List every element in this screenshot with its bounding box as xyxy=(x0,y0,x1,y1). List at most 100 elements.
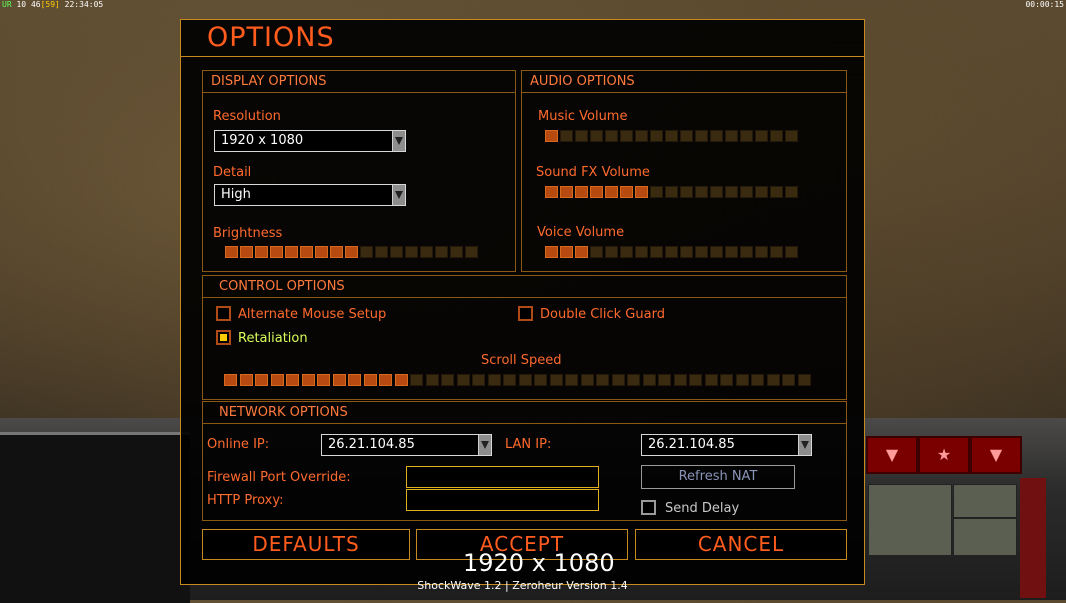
slider-segment[interactable] xyxy=(286,374,299,386)
slider-segment[interactable] xyxy=(620,130,633,142)
slider-segment[interactable] xyxy=(710,186,723,198)
chevron-down-icon[interactable] xyxy=(478,435,491,455)
slider-segment[interactable] xyxy=(405,246,418,258)
slider-segment[interactable] xyxy=(575,186,588,198)
slider-segment[interactable] xyxy=(239,374,253,386)
slider-segment[interactable] xyxy=(375,246,388,258)
slider-segment[interactable] xyxy=(650,246,663,258)
double-click-guard-checkbox[interactable] xyxy=(518,306,533,321)
sfx-volume-slider[interactable] xyxy=(545,186,798,198)
music-volume-slider[interactable] xyxy=(545,130,798,142)
slider-segment[interactable] xyxy=(635,130,648,142)
slider-segment[interactable] xyxy=(410,374,423,386)
slider-segment[interactable] xyxy=(465,246,478,258)
slider-segment[interactable] xyxy=(611,374,625,386)
slider-segment[interactable] xyxy=(255,374,268,386)
slider-segment[interactable] xyxy=(560,130,573,142)
slider-segment[interactable] xyxy=(665,246,678,258)
slider-segment[interactable] xyxy=(725,246,738,258)
alt-mouse-checkbox[interactable] xyxy=(216,306,231,321)
slider-segment[interactable] xyxy=(534,374,547,386)
scroll-speed-slider[interactable] xyxy=(224,374,811,386)
slider-segment[interactable] xyxy=(755,186,768,198)
slider-segment[interactable] xyxy=(695,186,708,198)
slider-segment[interactable] xyxy=(680,246,693,258)
chevron-down-icon[interactable] xyxy=(392,131,405,151)
slider-segment[interactable] xyxy=(425,374,439,386)
slider-segment[interactable] xyxy=(472,374,485,386)
slider-segment[interactable] xyxy=(665,130,678,142)
slider-segment[interactable] xyxy=(605,246,618,258)
slider-segment[interactable] xyxy=(673,374,687,386)
slider-segment[interactable] xyxy=(650,186,663,198)
slider-segment[interactable] xyxy=(348,374,361,386)
slider-segment[interactable] xyxy=(379,374,392,386)
slider-segment[interactable] xyxy=(596,374,609,386)
slider-segment[interactable] xyxy=(560,186,573,198)
slider-segment[interactable] xyxy=(240,246,253,258)
slider-segment[interactable] xyxy=(665,186,678,198)
slider-segment[interactable] xyxy=(635,246,648,258)
detail-dropdown[interactable]: High xyxy=(214,184,406,206)
slider-segment[interactable] xyxy=(770,186,783,198)
slider-segment[interactable] xyxy=(740,130,753,142)
slider-segment[interactable] xyxy=(755,246,768,258)
slider-segment[interactable] xyxy=(225,246,238,258)
slider-segment[interactable] xyxy=(456,374,470,386)
slider-segment[interactable] xyxy=(735,374,749,386)
slider-segment[interactable] xyxy=(785,186,798,198)
slider-segment[interactable] xyxy=(704,374,718,386)
slider-segment[interactable] xyxy=(332,374,346,386)
slider-segment[interactable] xyxy=(270,246,283,258)
chevron-down-icon[interactable] xyxy=(798,435,811,455)
slider-segment[interactable] xyxy=(300,246,313,258)
slider-segment[interactable] xyxy=(650,130,663,142)
slider-segment[interactable] xyxy=(785,246,798,258)
slider-segment[interactable] xyxy=(518,374,532,386)
double-click-guard-label[interactable]: Double Click Guard xyxy=(540,307,665,322)
slider-segment[interactable] xyxy=(620,186,633,198)
slider-segment[interactable] xyxy=(224,374,237,386)
slider-segment[interactable] xyxy=(503,374,516,386)
brightness-slider[interactable] xyxy=(225,246,478,258)
slider-segment[interactable] xyxy=(642,374,656,386)
slider-segment[interactable] xyxy=(590,130,603,142)
slider-segment[interactable] xyxy=(441,374,454,386)
slider-segment[interactable] xyxy=(725,186,738,198)
slider-segment[interactable] xyxy=(270,374,284,386)
slider-segment[interactable] xyxy=(345,246,358,258)
chevron-down-icon[interactable] xyxy=(392,185,405,205)
slider-segment[interactable] xyxy=(751,374,764,386)
slider-segment[interactable] xyxy=(710,130,723,142)
slider-segment[interactable] xyxy=(605,186,618,198)
slider-segment[interactable] xyxy=(390,246,403,258)
slider-segment[interactable] xyxy=(545,186,558,198)
slider-segment[interactable] xyxy=(740,246,753,258)
slider-segment[interactable] xyxy=(620,246,633,258)
slider-segment[interactable] xyxy=(545,246,558,258)
slider-segment[interactable] xyxy=(285,246,298,258)
slider-segment[interactable] xyxy=(317,374,330,386)
refresh-nat-button[interactable]: Refresh NAT xyxy=(641,465,795,489)
slider-segment[interactable] xyxy=(549,374,563,386)
slider-segment[interactable] xyxy=(797,374,811,386)
slider-segment[interactable] xyxy=(590,246,603,258)
slider-segment[interactable] xyxy=(770,246,783,258)
slider-segment[interactable] xyxy=(330,246,343,258)
slider-segment[interactable] xyxy=(680,130,693,142)
slider-segment[interactable] xyxy=(545,130,558,142)
slider-segment[interactable] xyxy=(360,246,373,258)
slider-segment[interactable] xyxy=(450,246,463,258)
slider-segment[interactable] xyxy=(740,186,753,198)
slider-segment[interactable] xyxy=(315,246,328,258)
resolution-dropdown[interactable]: 1920 x 1080 xyxy=(214,130,406,152)
slider-segment[interactable] xyxy=(605,130,618,142)
slider-segment[interactable] xyxy=(755,130,768,142)
slider-segment[interactable] xyxy=(689,374,702,386)
slider-segment[interactable] xyxy=(255,246,268,258)
slider-segment[interactable] xyxy=(658,374,671,386)
retaliation-label[interactable]: Retaliation xyxy=(238,331,308,346)
slider-segment[interactable] xyxy=(627,374,640,386)
slider-segment[interactable] xyxy=(487,374,501,386)
slider-segment[interactable] xyxy=(580,374,594,386)
